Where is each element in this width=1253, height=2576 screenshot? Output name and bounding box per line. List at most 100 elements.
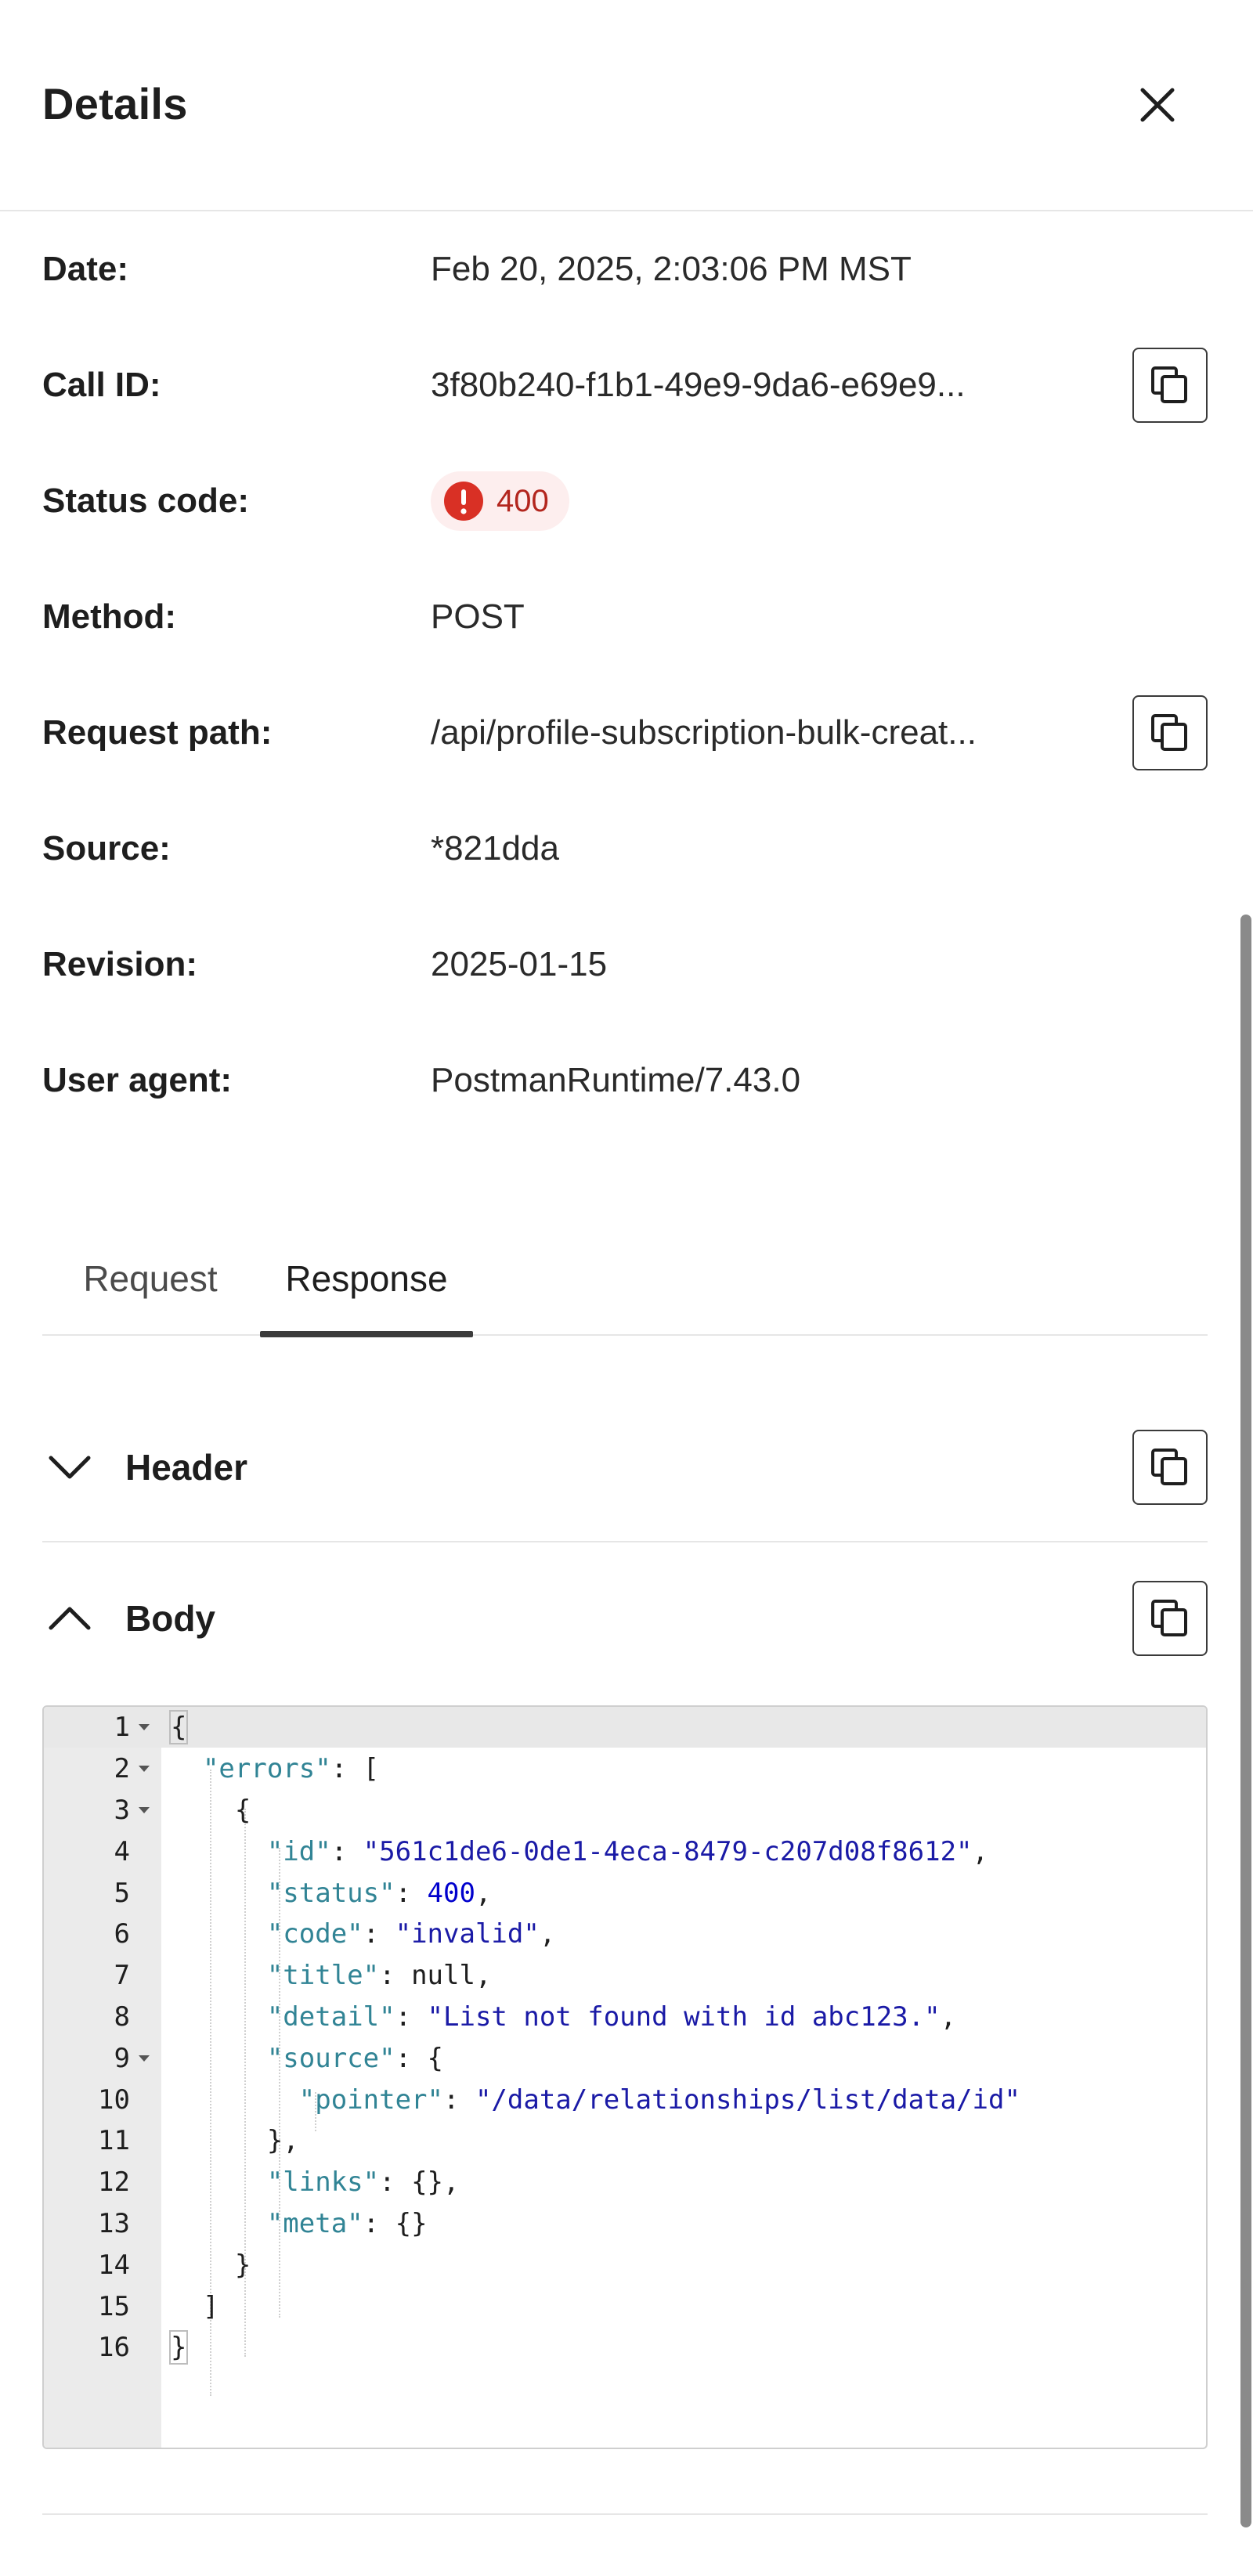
chevron-up-icon: [49, 1607, 91, 1630]
detail-value: 2025-01-15: [431, 945, 608, 983]
body-section: Body: [42, 1544, 1208, 1693]
copy-icon: [1151, 366, 1187, 403]
line-number: 14: [98, 2249, 130, 2281]
json-code-editor[interactable]: 1{2 "errors": [3 {4 "id": "561c1de6-0de1…: [42, 1705, 1208, 2449]
code-line: 16}: [44, 2327, 1206, 2369]
code-text: "errors": [: [202, 1753, 380, 1785]
code-text: {: [168, 1710, 189, 1745]
close-icon: [1140, 88, 1175, 122]
code-text: "title": null,: [266, 1960, 492, 1992]
detail-value: PostmanRuntime/7.43.0: [431, 1061, 801, 1099]
code-text: "pointer": "/data/relationships/list/dat…: [298, 2084, 1020, 2116]
detail-label: User agent:: [42, 1061, 233, 1099]
copy-body-button[interactable]: [1132, 1581, 1208, 1656]
panel-title: Details: [42, 79, 188, 128]
line-number: 3: [114, 1794, 130, 1826]
line-number: 2: [114, 1753, 130, 1785]
line-number: 12: [98, 2167, 130, 2199]
line-number: 9: [114, 2042, 130, 2074]
code-text: {: [171, 1794, 251, 1826]
detail-label: Call ID:: [42, 366, 161, 404]
detail-value: 3f80b240-f1b1-49e9-9da6-e69e9...: [431, 366, 966, 404]
detail-row-status-code: Status code: 400: [0, 443, 1253, 559]
request-response-tabs: Request Response: [42, 1221, 1208, 1337]
tab-response-label: Response: [285, 1258, 448, 1299]
line-number: 11: [98, 2125, 130, 2157]
detail-row-date: Date: Feb 20, 2025, 2:03:06 PM MST: [0, 211, 1253, 327]
body-section-title[interactable]: Body: [125, 1597, 215, 1640]
code-line: 14 }: [44, 2244, 1206, 2286]
line-number: 10: [98, 2084, 130, 2116]
line-number: 5: [114, 1877, 130, 1909]
detail-label: Revision:: [42, 945, 198, 983]
detail-row-source: Source: *821dda: [0, 791, 1253, 907]
detail-value: *821dda: [431, 829, 559, 868]
detail-row-user-agent: User agent: PostmanRuntime/7.43.0: [0, 1023, 1253, 1138]
code-line: 3 {: [44, 1790, 1206, 1831]
bottom-divider: [42, 2513, 1208, 2515]
code-text: "code": "invalid",: [266, 1918, 556, 1950]
detail-row-call-id: Call ID: 3f80b240-f1b1-49e9-9da6-e69e9..…: [0, 327, 1253, 443]
code-text: ]: [171, 2290, 219, 2322]
code-line: 6 "code": "invalid",: [44, 1914, 1206, 1955]
status-code-value: 400: [497, 483, 549, 518]
close-button[interactable]: [1128, 75, 1187, 135]
fold-caret-icon[interactable]: [136, 1802, 152, 1818]
status-badge: 400: [431, 471, 569, 531]
code-line: 13 "meta": {}: [44, 2203, 1206, 2245]
copy-header-button[interactable]: [1132, 1430, 1208, 1505]
code-text: "meta": {}: [266, 2207, 428, 2239]
line-number: 16: [98, 2332, 130, 2364]
fold-caret-icon[interactable]: [136, 1719, 152, 1735]
copy-request-path-button[interactable]: [1132, 695, 1208, 770]
copy-icon: [1151, 1449, 1187, 1485]
header-section-title[interactable]: Header: [125, 1446, 247, 1488]
body-section-toggle[interactable]: [42, 1591, 97, 1646]
code-line: 12 "links": {},: [44, 2162, 1206, 2203]
line-number: 13: [98, 2207, 130, 2239]
detail-value: POST: [431, 597, 525, 636]
copy-icon: [1151, 1600, 1187, 1636]
code-line: 9 "source": {: [44, 2037, 1206, 2079]
detail-row-revision: Revision: 2025-01-15: [0, 907, 1253, 1023]
active-tab-indicator: [260, 1331, 473, 1337]
code-line: 8 "detail": "List not found with id abc1…: [44, 1997, 1206, 2038]
code-text: "links": {},: [266, 2167, 460, 2199]
detail-label: Request path:: [42, 713, 273, 752]
detail-value: /api/profile-subscription-bulk-creat...: [431, 713, 977, 752]
code-text: }: [168, 2330, 189, 2365]
fold-caret-icon[interactable]: [136, 1761, 152, 1777]
line-number: 6: [114, 1918, 130, 1950]
panel-scrollbar[interactable]: [1240, 915, 1251, 2527]
detail-label: Date:: [42, 250, 129, 288]
fold-caret-icon[interactable]: [136, 2051, 152, 2066]
line-number: 1: [114, 1712, 130, 1744]
tab-request[interactable]: Request: [42, 1221, 258, 1336]
code-lines: 1{2 "errors": [3 {4 "id": "561c1de6-0de1…: [44, 1707, 1206, 2369]
code-line: 5 "status": 400,: [44, 1872, 1206, 1914]
detail-label: Source:: [42, 829, 171, 868]
code-line: 15 ]: [44, 2286, 1206, 2327]
error-icon: [444, 482, 483, 521]
code-line: 7 "title": null,: [44, 1955, 1206, 1997]
chevron-down-icon: [49, 1456, 91, 1479]
line-number: 7: [114, 1960, 130, 1992]
code-line: 10 "pointer": "/data/relationships/list/…: [44, 2079, 1206, 2120]
line-number: 15: [98, 2290, 130, 2322]
code-line: 1{: [44, 1707, 1206, 1748]
code-text: }: [171, 2249, 251, 2281]
detail-value: Feb 20, 2025, 2:03:06 PM MST: [431, 250, 912, 288]
tab-response[interactable]: Response: [258, 1221, 475, 1337]
line-number: 8: [114, 2001, 130, 2033]
code-text: "status": 400,: [266, 1877, 492, 1909]
header-section-toggle[interactable]: [42, 1440, 97, 1495]
detail-row-request-path: Request path: /api/profile-subscription-…: [0, 675, 1253, 791]
copy-call-id-button[interactable]: [1132, 348, 1208, 423]
code-text: "source": {: [266, 2042, 444, 2074]
code-text: "detail": "List not found with id abc123…: [266, 2001, 957, 2033]
detail-label: Status code:: [42, 482, 250, 520]
code-text: "id": "561c1de6-0de1-4eca-8479-c207d08f8…: [266, 1835, 989, 1867]
code-line: 4 "id": "561c1de6-0de1-4eca-8479-c207d08…: [44, 1831, 1206, 1872]
header-section: Header: [42, 1394, 1208, 1542]
code-line: 2 "errors": [: [44, 1748, 1206, 1790]
